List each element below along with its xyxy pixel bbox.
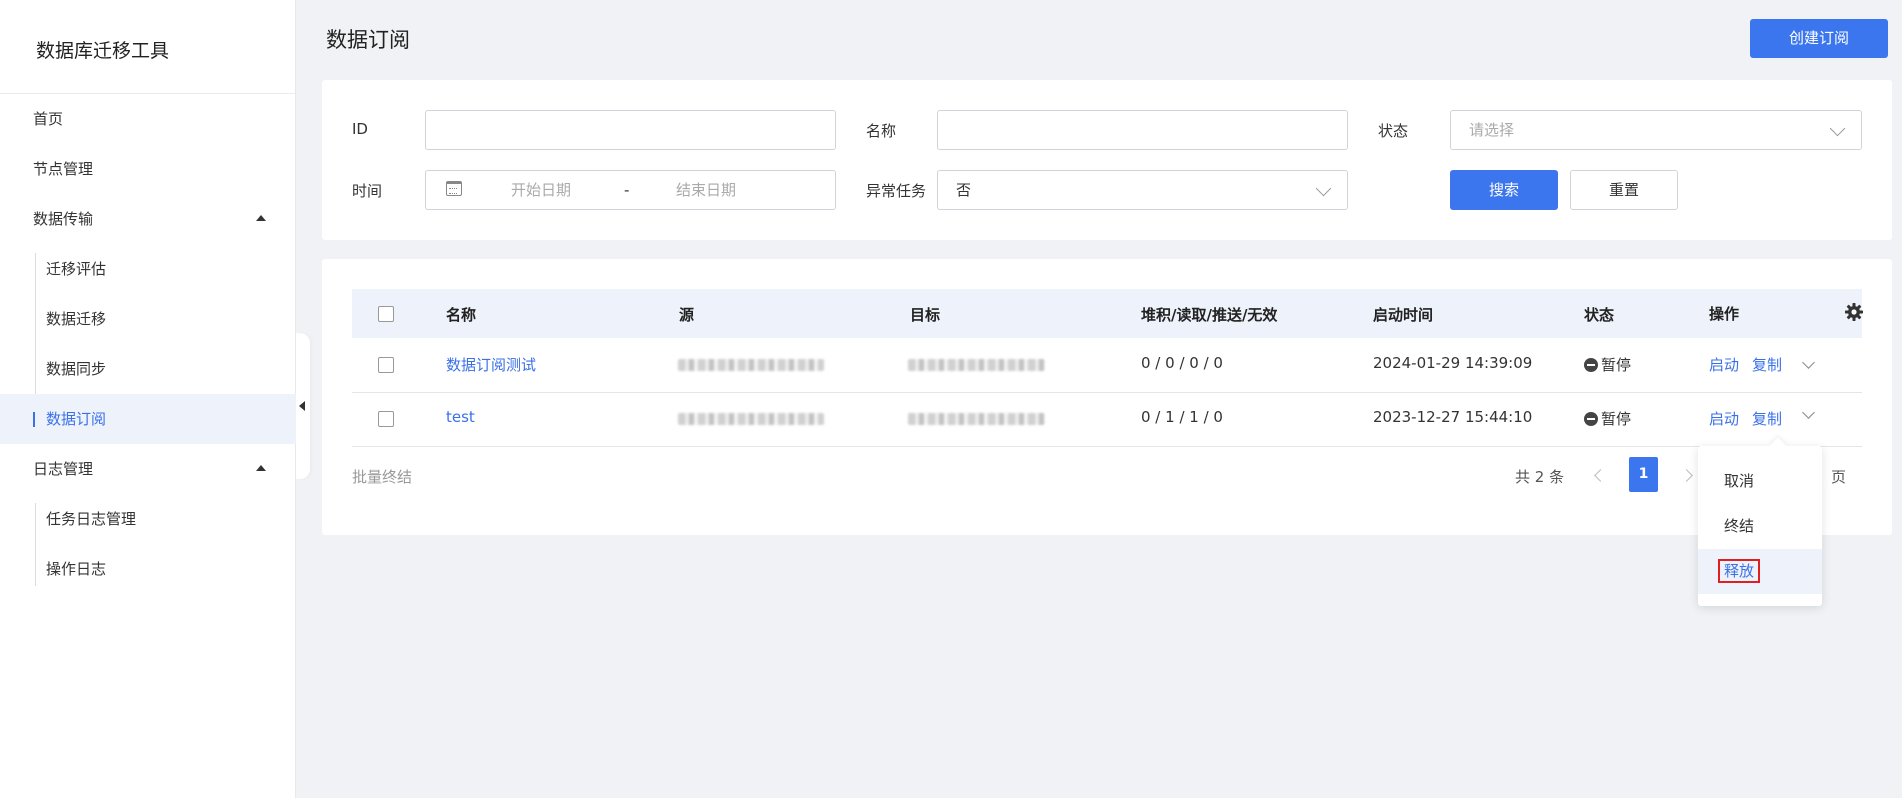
start-time-value: 2023-12-27 15:44:10 — [1373, 408, 1533, 426]
sidebar-item-data-subscription[interactable]: 数据订阅 — [0, 394, 296, 444]
gear-icon[interactable] — [1844, 302, 1864, 322]
source-redacted — [678, 413, 824, 425]
name-input[interactable] — [937, 110, 1348, 150]
more-actions-chevron-icon[interactable] — [1802, 406, 1815, 419]
status-badge: 暂停 — [1584, 354, 1631, 375]
status-label: 状态 — [1378, 122, 1409, 140]
pagination-page-unit: 页 — [1831, 468, 1847, 486]
more-actions-dropdown: 取消 终结 释放 — [1698, 446, 1822, 606]
start-date-placeholder: 开始日期 — [511, 181, 572, 199]
end-date-placeholder: 结束日期 — [676, 181, 737, 199]
status-placeholder: 请选择 — [1469, 121, 1515, 139]
target-redacted — [908, 413, 1045, 425]
id-input[interactable] — [425, 110, 836, 150]
sidebar-item-migration-assessment[interactable]: 迁移评估 — [0, 244, 296, 294]
sidebar: 数据库迁移工具 首页 节点管理 数据传输 迁移评估 数据迁移 数据同步 数据订阅… — [0, 0, 296, 798]
column-header-actions: 操作 — [1709, 305, 1740, 323]
next-page-icon[interactable] — [1680, 469, 1693, 482]
counts-value: 0 / 1 / 1 / 0 — [1141, 408, 1223, 426]
id-label: ID — [352, 120, 368, 138]
copy-action-link[interactable]: 复制 — [1752, 408, 1782, 429]
sidebar-item-data-migration[interactable]: 数据迁移 — [0, 294, 296, 344]
name-label: 名称 — [866, 122, 897, 140]
abnormal-task-value: 否 — [956, 181, 972, 199]
column-header-target: 目标 — [910, 306, 941, 324]
subscription-name-link[interactable]: 数据订阅测试 — [446, 354, 536, 375]
search-button[interactable]: 搜索 — [1450, 170, 1558, 210]
sidebar-item-task-log-management[interactable]: 任务日志管理 — [0, 494, 296, 544]
pagination-page-current[interactable]: 1 — [1629, 457, 1658, 492]
sidebar-item-operation-log[interactable]: 操作日志 — [0, 544, 296, 594]
row-checkbox[interactable] — [378, 357, 394, 373]
filter-panel: ID 名称 状态 请选择 时间 开始日期 - 结束日期 异常任务 否 搜索 重置 — [322, 80, 1892, 240]
start-action-link[interactable]: 启动 — [1709, 408, 1739, 429]
column-header-name: 名称 — [446, 306, 477, 324]
dropdown-item-release[interactable]: 释放 — [1698, 549, 1822, 594]
status-select[interactable]: 请选择 — [1450, 110, 1862, 150]
column-header-source: 源 — [679, 306, 695, 324]
sidebar-item-node-management[interactable]: 节点管理 — [0, 144, 296, 194]
counts-value: 0 / 0 / 0 / 0 — [1141, 354, 1223, 372]
sidebar-item-data-transfer[interactable]: 数据传输 — [0, 194, 296, 244]
app-brand: 数据库迁移工具 — [0, 0, 295, 94]
dropdown-item-release-label: 释放 — [1718, 559, 1761, 583]
batch-terminate-button[interactable]: 批量终结 — [352, 466, 412, 487]
abnormal-task-label: 异常任务 — [866, 182, 927, 200]
status-text: 暂停 — [1601, 356, 1632, 374]
table-row: 数据订阅测试 0 / 0 / 0 / 0 2024-01-29 14:39:09… — [352, 338, 1862, 393]
start-time-value: 2024-01-29 14:39:09 — [1373, 354, 1533, 372]
select-all-checkbox[interactable] — [378, 306, 394, 322]
chevron-down-icon — [1315, 180, 1332, 197]
collapse-left-icon — [299, 401, 305, 411]
chevron-down-icon — [1829, 120, 1846, 137]
date-range-picker[interactable]: 开始日期 - 结束日期 — [425, 170, 836, 210]
pause-status-icon — [1584, 412, 1598, 426]
column-header-status: 状态 — [1584, 306, 1615, 324]
more-actions-chevron-icon[interactable] — [1802, 356, 1815, 369]
sidebar-item-label: 日志管理 — [33, 460, 94, 478]
previous-page-icon[interactable] — [1594, 469, 1607, 482]
row-checkbox[interactable] — [378, 411, 394, 427]
target-redacted — [908, 359, 1045, 371]
caret-up-icon — [256, 465, 266, 471]
table-row: test 0 / 1 / 1 / 0 2023-12-27 15:44:10 暂… — [352, 392, 1862, 447]
source-redacted — [678, 359, 824, 371]
reset-button[interactable]: 重置 — [1570, 170, 1678, 210]
range-separator: - — [624, 181, 630, 199]
dropdown-item-terminate[interactable]: 终结 — [1698, 504, 1822, 549]
sidebar-item-label: 数据传输 — [33, 210, 94, 228]
sidebar-collapse-toggle[interactable] — [296, 333, 310, 479]
page-title: 数据订阅 — [326, 28, 410, 52]
dropdown-item-cancel[interactable]: 取消 — [1698, 459, 1822, 504]
sidebar-item-home[interactable]: 首页 — [0, 94, 296, 144]
start-action-link[interactable]: 启动 — [1709, 354, 1739, 375]
calendar-icon — [446, 181, 462, 196]
caret-up-icon — [256, 215, 266, 221]
table-header: 名称 源 目标 堆积/读取/推送/无效 启动时间 状态 操作 — [352, 289, 1864, 338]
subscription-name-link[interactable]: test — [446, 408, 475, 426]
subscription-table-panel: 名称 源 目标 堆积/读取/推送/无效 启动时间 状态 操作 数据订阅测试 0 … — [322, 259, 1892, 535]
create-subscription-button[interactable]: 创建订阅 — [1750, 19, 1888, 58]
time-label: 时间 — [352, 182, 383, 200]
sidebar-item-log-management[interactable]: 日志管理 — [0, 444, 296, 494]
column-header-counts: 堆积/读取/推送/无效 — [1141, 306, 1278, 324]
pause-status-icon — [1584, 358, 1598, 372]
status-text: 暂停 — [1601, 410, 1632, 428]
abnormal-task-select[interactable]: 否 — [937, 170, 1348, 210]
pagination-total: 共 2 条 — [1515, 468, 1565, 486]
sidebar-item-data-sync[interactable]: 数据同步 — [0, 344, 296, 394]
status-badge: 暂停 — [1584, 408, 1631, 429]
copy-action-link[interactable]: 复制 — [1752, 354, 1782, 375]
column-header-start-time: 启动时间 — [1373, 306, 1434, 324]
